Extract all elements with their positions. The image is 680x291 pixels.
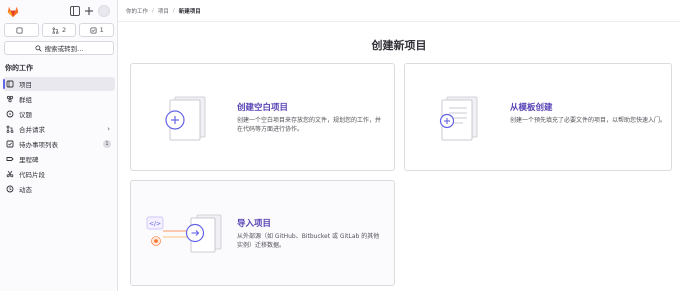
sidebar-item-projects[interactable]: 项目 xyxy=(3,77,115,91)
merge-request-icon xyxy=(6,125,14,133)
blank-project-illustration xyxy=(165,96,206,141)
sidebar-item-groups[interactable]: 群组 xyxy=(3,92,115,106)
card-description: 创建一个空白项目来存放您的文件，规划您的工作，并在代码等方面进行协作。 xyxy=(237,117,382,133)
plus-icon[interactable] xyxy=(83,5,95,17)
template-illustration xyxy=(439,96,478,141)
sidebar-item-label: 代码片段 xyxy=(19,171,45,179)
svg-text:</>: </> xyxy=(149,221,161,228)
breadcrumb-item-projects[interactable]: 项目 xyxy=(158,7,169,15)
gitlab-logo[interactable] xyxy=(6,4,20,18)
sidebar-toggle-icon[interactable] xyxy=(69,5,81,17)
project-icon xyxy=(6,80,14,88)
breadcrumb: 你的工作 / 项目 / 新建项目 xyxy=(118,0,680,22)
milestone-icon xyxy=(6,157,14,161)
issues-count-button[interactable] xyxy=(4,23,39,37)
card-description: 从外部源（如 GitHub、Bitbucket 或 GitLab 的其他实例）迁… xyxy=(237,233,380,249)
create-blank-project-card[interactable]: 创建空白项目 创建一个空白项目来存放您的文件，规划您的工作，并在代码等方面进行协… xyxy=(130,63,395,171)
sidebar-item-issues[interactable]: 议题 xyxy=(3,107,115,121)
sidebar-item-todos[interactable]: 待办事项列表 1 xyxy=(3,137,115,151)
chevron-right-icon: › xyxy=(107,125,110,133)
import-project-illustration: </> xyxy=(146,214,222,253)
card-title: 导入项目 xyxy=(237,219,272,229)
sidebar-section-title: 你的工作 xyxy=(5,64,33,72)
search-icon xyxy=(35,44,42,52)
group-icon xyxy=(6,95,14,103)
sidebar-item-merge-requests[interactable]: 合并请求 › xyxy=(3,122,115,136)
todo-count: 1 xyxy=(99,26,104,34)
user-avatar[interactable] xyxy=(98,5,110,17)
sidebar-item-label: 项目 xyxy=(19,81,32,89)
sidebar-topbar xyxy=(0,0,118,22)
todo-icon xyxy=(6,140,14,148)
todo-icon xyxy=(90,26,97,34)
merge-requests-count: 2 xyxy=(61,26,67,34)
todo-badge: 1 xyxy=(103,140,111,148)
search-button[interactable]: 搜索或转到... xyxy=(4,41,114,55)
search-label: 搜索或转到... xyxy=(44,45,84,53)
issues-icon xyxy=(6,110,14,118)
sidebar-item-activity[interactable]: 动态 xyxy=(3,182,115,196)
sidebar-nav: 项目 群组 议题 合并请求 › 待办事项列表 1 里程碑 代码片段 动态 xyxy=(3,77,115,197)
card-title: 创建空白项目 xyxy=(237,103,289,113)
sidebar-item-label: 里程碑 xyxy=(19,156,39,164)
count-buttons: 2 1 xyxy=(4,23,115,37)
breadcrumb-separator: / xyxy=(172,7,175,14)
breadcrumb-item-your-work[interactable]: 你的工作 xyxy=(126,7,148,15)
sidebar-item-label: 议题 xyxy=(19,111,32,119)
activity-icon xyxy=(6,185,14,193)
create-from-template-card[interactable]: 从模板创建 创建一个预先填充了必要文件的项目，以帮助您快速入门。 xyxy=(404,63,672,171)
sidebar: 2 1 搜索或转到... 你的工作 项目 群组 议题 合并请求 › 待办事项列表… xyxy=(0,0,118,291)
sidebar-item-label: 待办事项列表 xyxy=(19,141,58,149)
merge-request-icon xyxy=(52,27,59,34)
page-title: 创建新项目 xyxy=(371,39,427,52)
todo-count-button[interactable]: 1 xyxy=(79,23,115,37)
snippet-icon xyxy=(6,170,14,178)
sidebar-item-label: 合并请求 xyxy=(19,126,45,134)
breadcrumb-item-new-project[interactable]: 新建项目 xyxy=(179,7,201,15)
card-title: 从模板创建 xyxy=(510,103,553,113)
merge-requests-count-button[interactable]: 2 xyxy=(41,23,77,37)
breadcrumb-separator: / xyxy=(152,7,154,14)
sidebar-item-snippets[interactable]: 代码片段 xyxy=(3,167,115,181)
sidebar-item-milestones[interactable]: 里程碑 xyxy=(3,152,115,166)
card-description: 创建一个预先填充了必要文件的项目，以帮助您快速入门。 xyxy=(510,117,667,124)
sidebar-item-label: 动态 xyxy=(19,186,32,194)
import-project-card[interactable]: </> 导入项目 从外部源（如 GitHub、Bitbucket 或 GitLa… xyxy=(130,180,395,286)
issues-icon xyxy=(16,26,23,34)
sidebar-item-label: 群组 xyxy=(19,96,32,104)
